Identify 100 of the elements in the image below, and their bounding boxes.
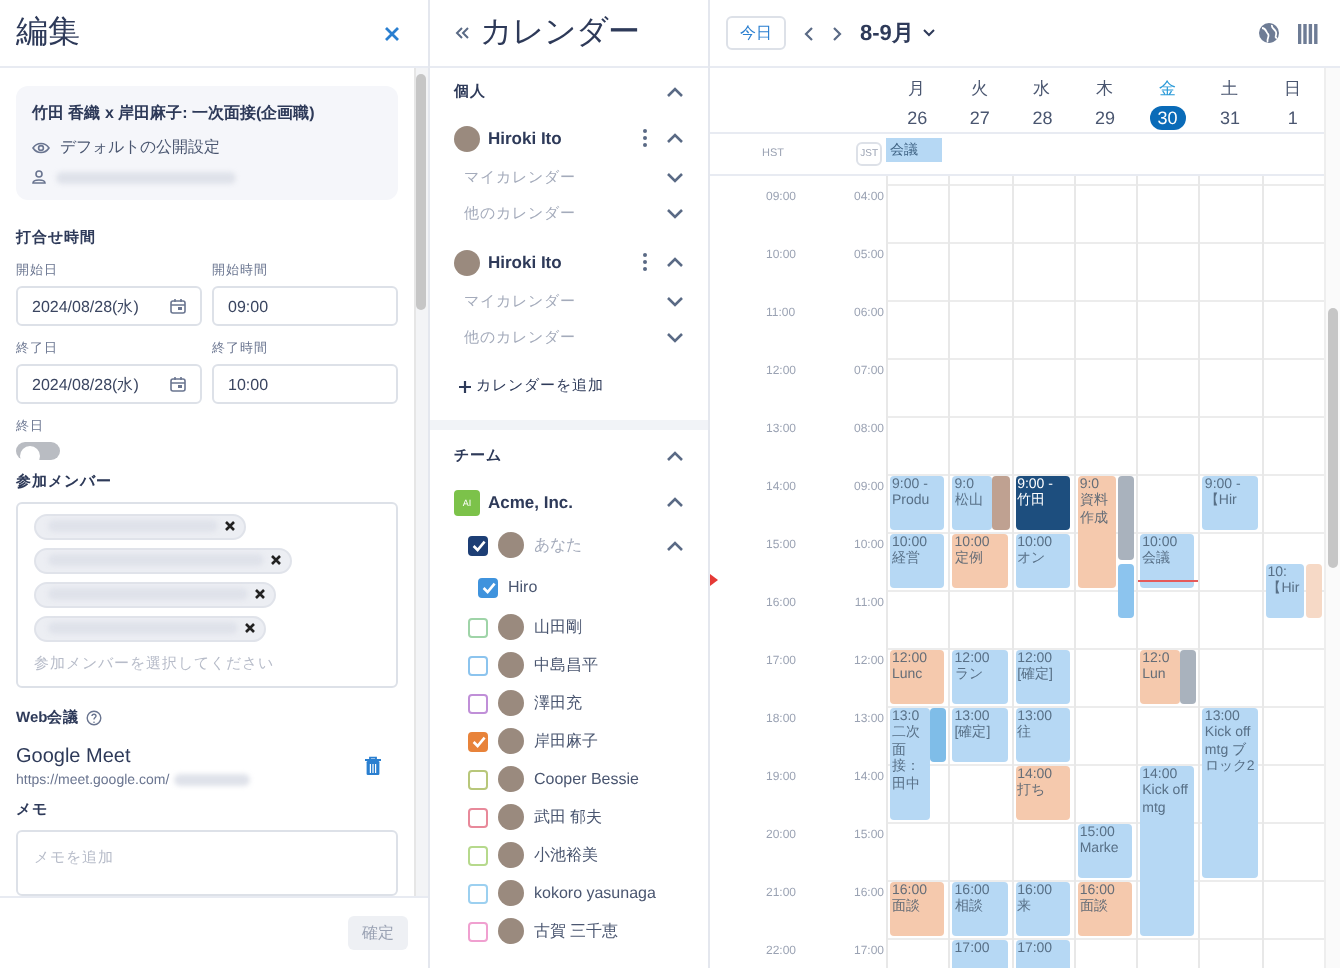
member-name[interactable]: 古賀 三千恵 — [534, 920, 619, 942]
checkbox[interactable] — [468, 807, 488, 827]
globe-icon[interactable] — [1258, 22, 1280, 44]
chevron-up-icon[interactable] — [666, 539, 684, 551]
date-label[interactable]: 31 — [1212, 106, 1249, 130]
field-value: 2024/08/28(水) — [32, 373, 139, 395]
member-name[interactable]: 澤田充 — [534, 692, 582, 714]
input-field[interactable]: 2024/08/28(水) — [16, 286, 202, 326]
member-name[interactable]: Hiro — [508, 578, 538, 596]
avatar — [498, 766, 524, 792]
chevron-up-icon[interactable] — [666, 496, 684, 508]
weekday-label: 月 — [908, 78, 927, 102]
chevron-up-icon[interactable] — [666, 132, 684, 144]
help-icon — [85, 709, 102, 726]
chevron-down-icon[interactable] — [666, 332, 684, 344]
visibility-label: デフォルトの公開設定 — [60, 136, 220, 158]
chevron-down-icon[interactable] — [666, 296, 684, 308]
checkbox[interactable] — [468, 693, 488, 713]
date-label[interactable]: 28 — [1024, 106, 1061, 130]
avatar — [498, 804, 524, 830]
account-name: Hiroki Ito — [488, 252, 564, 272]
date-label[interactable]: 29 — [1086, 106, 1123, 130]
more-icon[interactable] — [642, 128, 648, 148]
weekday-label: 水 — [1033, 78, 1052, 102]
member-name[interactable]: 中島昌平 — [534, 654, 598, 676]
trash-icon[interactable] — [364, 756, 382, 777]
toggle-switch[interactable] — [16, 442, 60, 460]
event-block[interactable] — [1118, 476, 1135, 559]
field-value: 09:00 — [228, 297, 269, 315]
checkbox[interactable] — [468, 655, 488, 675]
org-name: Acme, Inc. — [488, 492, 576, 512]
avatar — [498, 842, 524, 868]
input-field[interactable]: 10:00 — [212, 364, 398, 404]
event-block[interactable] — [1180, 650, 1197, 704]
avatar — [498, 652, 524, 678]
member-name[interactable]: 山田剛 — [534, 616, 582, 638]
chevron-up-icon[interactable] — [666, 256, 684, 268]
checkbox[interactable] — [468, 769, 488, 789]
redacted-text — [173, 774, 250, 787]
input-field[interactable]: 09:00 — [212, 286, 398, 326]
remove-icon[interactable] — [224, 520, 236, 533]
person-icon — [32, 170, 46, 184]
remove-icon[interactable] — [254, 588, 266, 601]
avatar — [498, 690, 524, 716]
today-button[interactable]: 今日 — [726, 16, 786, 50]
member-name[interactable]: あなた — [534, 534, 656, 556]
date-label[interactable]: 27 — [961, 106, 998, 130]
weekday-label: 金 — [1158, 78, 1177, 102]
range-button[interactable]: 8-9月 — [860, 16, 936, 50]
current-time-marker-icon — [710, 574, 718, 587]
more-icon[interactable] — [642, 252, 648, 272]
panel-title: 編集 — [16, 14, 80, 54]
calendar-icon — [170, 376, 186, 392]
avatar — [454, 249, 480, 275]
remove-icon[interactable] — [270, 554, 282, 567]
member-name[interactable]: 武田 郁夫 — [534, 806, 603, 828]
scrollbar[interactable] — [1324, 68, 1340, 968]
close-icon[interactable] — [384, 25, 400, 41]
columns-icon[interactable] — [1298, 23, 1320, 43]
avatar — [498, 918, 524, 944]
avatar — [498, 880, 524, 906]
scrollbar[interactable] — [414, 68, 428, 896]
date-label[interactable]: 26 — [899, 106, 936, 130]
scrollbar-thumb[interactable] — [416, 74, 426, 310]
range-label: 8-9月 — [860, 20, 914, 48]
remove-icon[interactable] — [244, 622, 256, 635]
chevron-down-icon[interactable] — [666, 208, 684, 220]
input-field[interactable]: 2024/08/28(水) — [16, 364, 202, 404]
collapse-icon[interactable] — [454, 26, 470, 40]
eye-icon — [32, 141, 50, 153]
checkbox[interactable] — [468, 731, 488, 751]
next-icon[interactable] — [832, 25, 842, 41]
weekday-label: 木 — [1095, 78, 1114, 102]
checkbox[interactable] — [468, 921, 488, 941]
date-label[interactable]: 30 — [1149, 106, 1186, 130]
field-value: 2024/08/28(水) — [32, 295, 139, 317]
member-name[interactable]: Cooper Bessie — [534, 770, 639, 788]
weekday-label: 土 — [1221, 78, 1240, 102]
avatar — [498, 532, 524, 558]
member-name[interactable]: 岸田麻子 — [534, 730, 598, 752]
avatar — [498, 614, 524, 640]
member-name[interactable]: kokoro yasunaga — [534, 884, 656, 902]
previous-icon[interactable] — [804, 25, 814, 41]
meeting-service: Google Meet — [16, 745, 133, 768]
member-name[interactable]: 小池裕美 — [534, 844, 598, 866]
avatar — [454, 125, 480, 151]
weekday-label: 日 — [1283, 78, 1302, 102]
chevron-down-icon[interactable] — [666, 172, 684, 184]
plus-icon[interactable] — [458, 379, 472, 393]
current-time-line — [1138, 580, 1199, 583]
date-label[interactable]: 1 — [1279, 106, 1306, 130]
calendar-icon — [170, 298, 186, 314]
chevron-up-icon[interactable] — [666, 86, 684, 98]
checkbox[interactable] — [468, 535, 488, 555]
caret-icon — [921, 28, 936, 38]
scrollbar-thumb[interactable] — [1328, 308, 1338, 568]
check-icon — [471, 539, 485, 551]
weekday-label: 火 — [970, 78, 989, 102]
chevron-up-icon[interactable] — [666, 449, 684, 461]
checkbox[interactable] — [478, 577, 498, 597]
